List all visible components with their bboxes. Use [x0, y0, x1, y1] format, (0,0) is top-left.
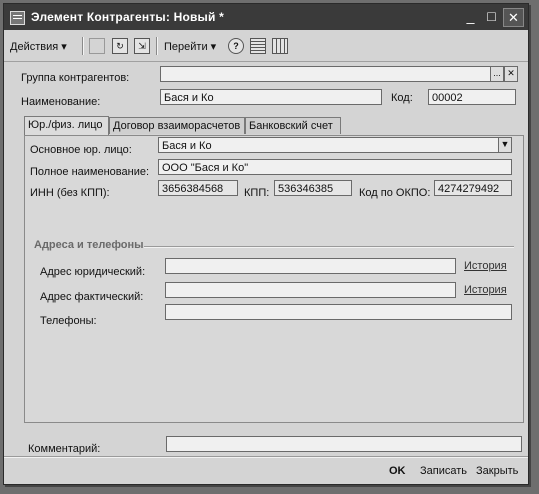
legal-address-field[interactable]: [165, 258, 456, 274]
tab-contract[interactable]: Договор взаиморасчетов: [109, 117, 245, 134]
hierarchy-icon[interactable]: ⇲: [134, 38, 150, 54]
group-field[interactable]: [160, 66, 492, 82]
goto-menu[interactable]: Перейти ▾: [164, 40, 216, 53]
group-clear-button[interactable]: ✕: [504, 66, 518, 82]
structure-icon[interactable]: [272, 38, 288, 54]
form-icon: [10, 11, 25, 25]
group-select-button[interactable]: ...: [490, 66, 504, 82]
phones-field[interactable]: [165, 304, 512, 320]
section-divider: [144, 246, 514, 248]
actual-address-field[interactable]: [165, 282, 456, 298]
comment-field[interactable]: [166, 436, 522, 452]
full-name-field[interactable]: ООО "Бася и Ко": [158, 159, 512, 175]
legal-address-label: Адрес юридический:: [40, 266, 146, 278]
actions-menu[interactable]: Действия ▾: [10, 40, 67, 53]
legal-address-history-link[interactable]: История: [464, 260, 507, 272]
okpo-label: Код по ОКПО:: [359, 187, 431, 199]
phones-label: Телефоны:: [40, 315, 97, 327]
chevron-down-icon: ▾: [210, 41, 217, 53]
toolbar-separator: [82, 37, 84, 55]
list-icon[interactable]: [250, 38, 266, 54]
close-button[interactable]: Закрыть: [476, 465, 518, 477]
name-label: Наименование:: [21, 96, 101, 108]
legal-type-label: Основное юр. лицо:: [30, 144, 132, 156]
inn-label: ИНН (без КПП):: [30, 187, 110, 199]
chevron-down-icon: ▾: [61, 41, 67, 53]
address-section-title: Адреса и телефоны: [34, 239, 144, 251]
tab-legal-entity[interactable]: Юр./физ. лицо: [24, 116, 109, 135]
code-field[interactable]: 00002: [428, 89, 516, 105]
code-label: Код:: [391, 92, 413, 104]
tab-panel: [24, 135, 524, 423]
actions-menu-label: Действия: [10, 41, 59, 53]
close-window-button[interactable]: ✕: [503, 8, 524, 27]
full-name-label: Полное наименование:: [30, 166, 150, 178]
legal-type-select[interactable]: Бася и Ко: [158, 137, 501, 153]
maximize-button[interactable]: □: [482, 8, 501, 25]
comment-label: Комментарий:: [28, 443, 101, 455]
help-icon[interactable]: ?: [228, 38, 244, 54]
actual-address-history-link[interactable]: История: [464, 284, 507, 296]
refresh-icon[interactable]: ↻: [112, 38, 128, 54]
footer-bar: OK Записать Закрыть: [4, 456, 528, 484]
kpp-label: КПП:: [244, 187, 270, 199]
ok-button[interactable]: OK: [389, 465, 406, 477]
toolbar-separator: [156, 37, 158, 55]
kpp-field[interactable]: 536346385: [274, 180, 352, 196]
title-bar[interactable]: Элемент Контрагенты: Новый * _ □ ✕: [4, 4, 528, 30]
name-field[interactable]: Бася и Ко: [160, 89, 382, 105]
group-label: Группа контрагентов:: [21, 72, 130, 84]
okpo-field[interactable]: 4274279492: [434, 180, 512, 196]
tab-bank-account[interactable]: Банковский счет: [245, 117, 341, 134]
copy-icon[interactable]: [89, 38, 105, 54]
actual-address-label: Адрес фактический:: [40, 291, 144, 303]
dropdown-arrow-icon[interactable]: ▼: [498, 137, 512, 153]
inn-field[interactable]: 3656384568: [158, 180, 238, 196]
toolbar: Действия ▾ ↻ ⇲ Перейти ▾ ?: [4, 31, 528, 62]
window-title: Элемент Контрагенты: Новый *: [31, 10, 224, 24]
form-window: Элемент Контрагенты: Новый * _ □ ✕ Дейст…: [3, 3, 529, 485]
minimize-button[interactable]: _: [461, 8, 480, 25]
goto-menu-label: Перейти: [164, 41, 208, 53]
save-button[interactable]: Записать: [420, 465, 467, 477]
